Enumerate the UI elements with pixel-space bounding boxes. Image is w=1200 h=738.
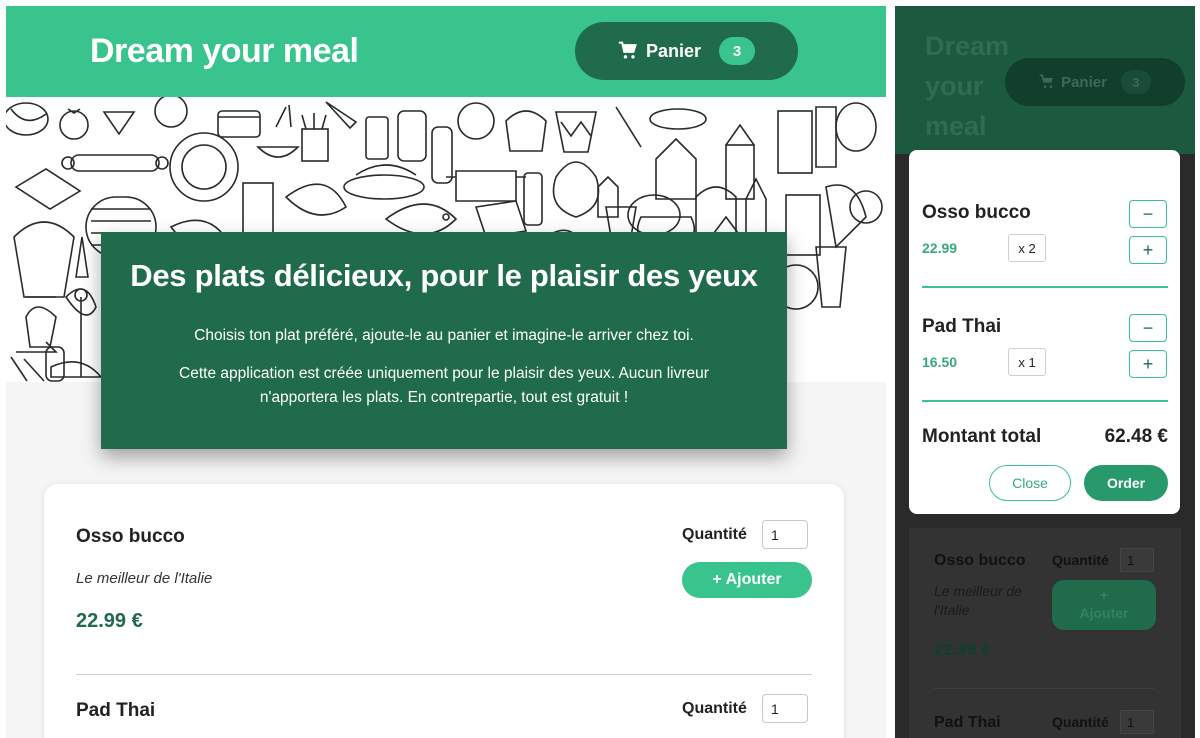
mobile-menu-card: Osso bucco Quantité 1 Le meilleur de l'I… <box>909 528 1181 738</box>
add-plus-sign: + <box>1099 587 1109 603</box>
mobile-cart-label: Panier <box>1061 73 1107 91</box>
close-button[interactable]: Close <box>989 465 1071 501</box>
add-to-cart-button[interactable]: + Ajouter <box>682 562 812 598</box>
dish-name: Pad Thai <box>76 700 156 721</box>
cart-divider <box>922 286 1168 288</box>
cart-icon <box>1039 74 1053 88</box>
cart-item-name: Osso bucco <box>922 202 1031 223</box>
hero-disclaimer-text: Cette application est créée uniquement p… <box>179 365 709 406</box>
cart-item: Osso bucco 22.99 x 2 − + <box>922 200 1168 302</box>
increase-quantity-button[interactable]: + <box>1129 350 1167 378</box>
cart-icon <box>618 41 637 59</box>
cart-item-quantity: x 2 <box>1008 234 1046 262</box>
cart-item-quantity: x 1 <box>1008 348 1046 376</box>
decrease-quantity-button[interactable]: − <box>1129 200 1167 228</box>
cart-label: Panier <box>645 40 702 61</box>
total-value: 62.48 € <box>1104 426 1168 447</box>
order-button[interactable]: Order <box>1084 465 1168 501</box>
cart-item-price: 22.99 <box>922 240 958 256</box>
cart-divider <box>922 400 1168 402</box>
brand-title[interactable]: Dream your meal <box>90 32 359 71</box>
cart-item: Pad Thai 16.50 x 1 − + <box>922 314 1168 416</box>
cart-item-price: 16.50 <box>922 354 958 370</box>
cart-item-name: Pad Thai <box>922 316 1002 337</box>
header-bar: Dream your meal Panier 3 <box>6 6 886 97</box>
quantity-input[interactable] <box>762 520 808 549</box>
menu-divider <box>76 674 812 675</box>
menu-divider <box>934 688 1154 689</box>
cart-modal: Osso bucco 22.99 x 2 − + Pad Thai 16.50 … <box>909 150 1180 514</box>
menu-card: Osso bucco Le meilleur de l'Italie 22.99… <box>44 484 844 738</box>
add-label: Ajouter <box>1079 605 1129 621</box>
quantity-input[interactable] <box>762 694 808 723</box>
quantity-label: Quantité <box>682 700 747 717</box>
hero-title: Des plats délicieux, pour le plaisir des… <box>130 258 758 293</box>
dish-price: 22.99 € <box>934 640 991 659</box>
dish-name: Osso bucco <box>76 526 185 547</box>
quantity-input: 1 <box>1120 710 1154 734</box>
quantity-label: Quantité <box>1052 714 1109 730</box>
desktop-view: Dream your meal Panier 3 Des plats délic… <box>6 6 886 738</box>
mobile-header-bar: Dream your meal Panier 3 <box>895 6 1195 154</box>
mobile-cart-count-badge: 3 <box>1120 70 1151 94</box>
dish-description: Le meilleur de l'Italie <box>934 583 1022 618</box>
quantity-label: Quantité <box>682 526 747 543</box>
decrease-quantity-button[interactable]: − <box>1129 314 1167 342</box>
hero-intro-text: Choisis ton plat préféré, ajoute-le au p… <box>194 327 694 344</box>
total-label: Montant total <box>922 426 1042 447</box>
dish-name: Osso bucco <box>934 552 1026 569</box>
increase-quantity-button[interactable]: + <box>1129 236 1167 264</box>
dish-price: 22.99 € <box>76 610 143 632</box>
mobile-cart-button: Panier 3 <box>1005 58 1185 106</box>
cart-button[interactable]: Panier 3 <box>575 22 798 80</box>
quantity-input: 1 <box>1120 548 1154 572</box>
mobile-view: Dream your meal Panier 3 Osso bucco Quan… <box>895 6 1195 738</box>
add-to-cart-button: + Ajouter <box>1052 580 1156 630</box>
quantity-label: Quantité <box>1052 552 1109 568</box>
dish-description: Le meilleur de l'Italie <box>76 570 213 587</box>
hero-box: Des plats délicieux, pour le plaisir des… <box>101 232 787 449</box>
dish-name: Pad Thai <box>934 714 1001 731</box>
mobile-brand-title: Dream your meal <box>925 31 1010 141</box>
cart-count-badge: 3 <box>719 37 756 65</box>
